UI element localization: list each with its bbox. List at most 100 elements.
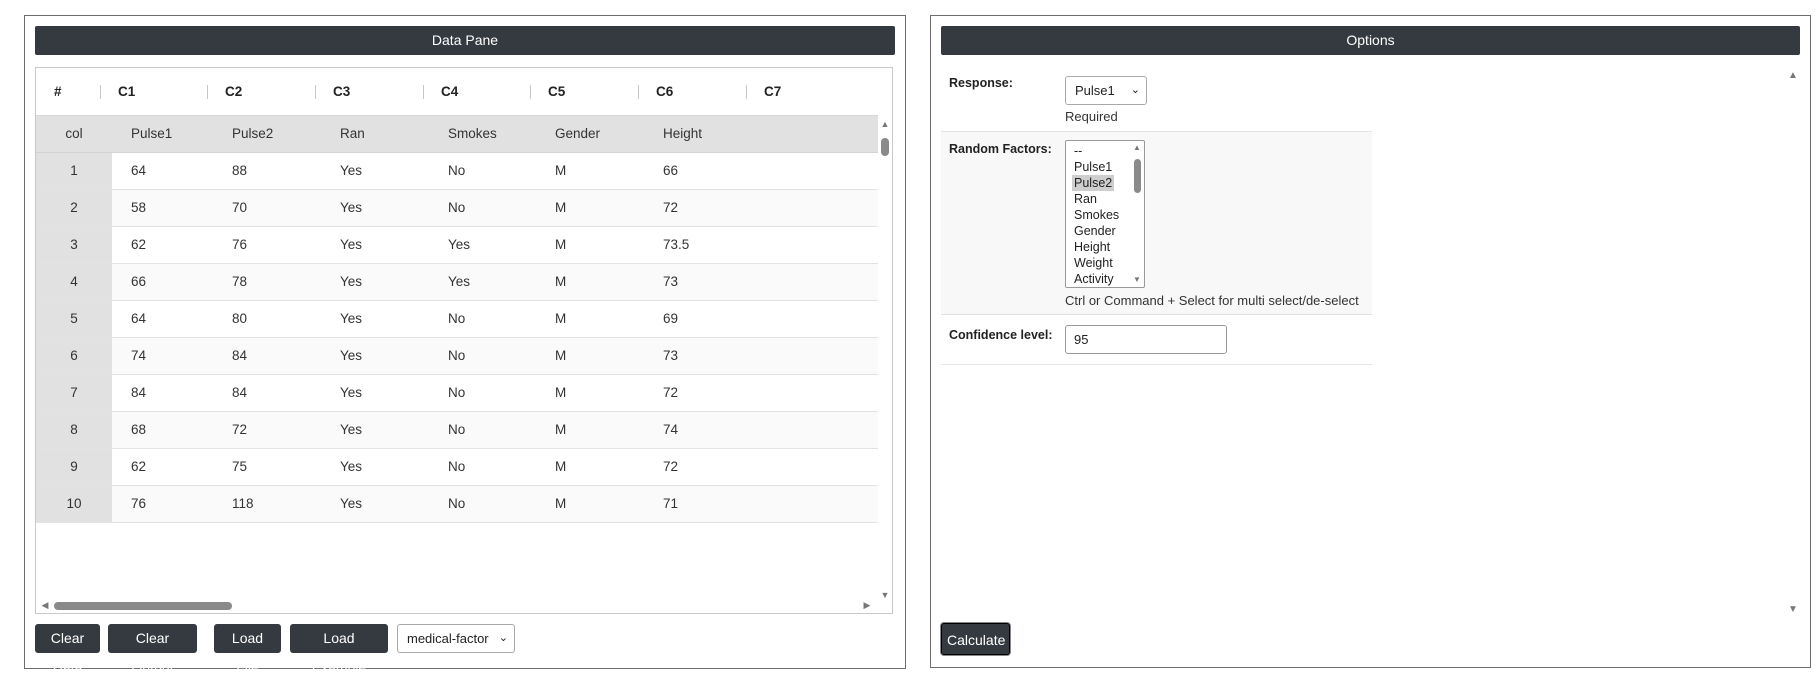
random-factor-option[interactable]: -- <box>1072 143 1084 159</box>
row-index-cell[interactable]: 5 <box>36 301 112 337</box>
example-dataset-select[interactable]: medical-factor ⌄ <box>397 624 515 653</box>
grid-cell[interactable]: 71 <box>645 486 753 522</box>
grid-cell[interactable]: Pulse2 <box>214 116 322 152</box>
grid-cell[interactable]: Yes <box>322 153 430 189</box>
grid-cell[interactable]: 62 <box>112 449 220 485</box>
row-index-cell[interactable]: 4 <box>36 264 112 300</box>
grid-cell[interactable]: M <box>537 338 645 374</box>
grid-cell[interactable]: 70 <box>214 190 322 226</box>
grid-cell[interactable]: M <box>537 486 645 522</box>
grid-cell[interactable]: Yes <box>322 301 430 337</box>
grid-cell[interactable]: Yes <box>322 264 430 300</box>
grid-cell[interactable]: No <box>430 375 538 411</box>
grid-cell[interactable]: M <box>537 412 645 448</box>
grid-cell[interactable]: 74 <box>645 412 753 448</box>
scroll-up-icon[interactable]: ▲ <box>878 119 892 129</box>
grid-cell[interactable]: 78 <box>214 264 322 300</box>
grid-cell[interactable]: 73 <box>645 338 753 374</box>
load-example-button[interactable]: Load Example <box>290 624 388 675</box>
grid-header-c6[interactable]: C6 <box>638 68 746 116</box>
grid-cell[interactable]: Height <box>645 116 753 152</box>
grid-header-c2[interactable]: C2 <box>207 68 315 116</box>
grid-cell[interactable]: Yes <box>322 449 430 485</box>
grid-cell[interactable]: No <box>430 190 538 226</box>
random-factors-scrollbar[interactable]: ▲ ▼ <box>1132 141 1144 287</box>
scroll-left-icon[interactable]: ◀ <box>38 600 52 610</box>
random-factors-listbox[interactable]: -- Pulse1 Pulse2 Ran Smokes Gender Heigh… <box>1065 140 1145 288</box>
random-factor-option[interactable]: Weight <box>1072 255 1115 271</box>
clear-output-button[interactable]: Clear Output <box>108 624 197 675</box>
grid-cell[interactable]: M <box>537 301 645 337</box>
grid-cell[interactable]: 72 <box>645 375 753 411</box>
random-factor-option[interactable]: Gender <box>1072 223 1118 239</box>
random-factor-option[interactable]: Activity <box>1072 271 1116 287</box>
grid-cell[interactable]: 66 <box>112 264 220 300</box>
confidence-level-input[interactable]: 95 <box>1065 325 1227 354</box>
random-factors-scroll-thumb[interactable] <box>1134 159 1141 193</box>
grid-cell[interactable]: 58 <box>112 190 220 226</box>
scroll-down-icon[interactable]: ▼ <box>1131 275 1143 285</box>
row-index-cell[interactable]: 7 <box>36 375 112 411</box>
grid-cell[interactable]: Gender <box>537 116 645 152</box>
grid-cell[interactable]: 64 <box>112 301 220 337</box>
grid-cell[interactable]: Yes <box>322 375 430 411</box>
grid-header-c1[interactable]: C1 <box>100 68 208 116</box>
grid-cell[interactable]: 80 <box>214 301 322 337</box>
grid-vertical-scroll-thumb[interactable] <box>881 138 889 156</box>
grid-cell[interactable]: 84 <box>214 375 322 411</box>
random-factor-option[interactable]: Height <box>1072 239 1112 255</box>
scroll-down-icon[interactable]: ▼ <box>1786 605 1800 615</box>
grid-cell[interactable]: Yes <box>322 486 430 522</box>
grid-cell[interactable]: 66 <box>645 153 753 189</box>
grid-cell[interactable]: No <box>430 449 538 485</box>
row-index-cell[interactable]: 3 <box>36 227 112 263</box>
grid-header-c3[interactable]: C3 <box>315 68 423 116</box>
grid-cell[interactable]: 73 <box>645 264 753 300</box>
grid-cell[interactable]: Yes <box>322 227 430 263</box>
grid-cell[interactable]: Pulse1 <box>112 116 220 152</box>
row-index-cell[interactable]: 10 <box>36 486 112 522</box>
grid-cell[interactable]: 74 <box>112 338 220 374</box>
grid-cell[interactable]: Yes <box>430 227 538 263</box>
random-factor-option[interactable]: Smokes <box>1072 207 1121 223</box>
grid-cell[interactable]: 64 <box>112 153 220 189</box>
grid-cell[interactable]: M <box>537 375 645 411</box>
grid-cell[interactable]: Yes <box>322 338 430 374</box>
grid-header-c4[interactable]: C4 <box>423 68 531 116</box>
grid-cell[interactable]: No <box>430 153 538 189</box>
grid-cell[interactable]: Smokes <box>430 116 538 152</box>
grid-cell[interactable]: M <box>537 449 645 485</box>
grid-cell[interactable]: No <box>430 486 538 522</box>
grid-cell[interactable]: 118 <box>214 486 322 522</box>
row-index-cell[interactable]: 1 <box>36 153 112 189</box>
grid-cell[interactable]: 62 <box>112 227 220 263</box>
grid-cell[interactable]: 76 <box>214 227 322 263</box>
row-index-cell[interactable]: 9 <box>36 449 112 485</box>
grid-vertical-scrollbar[interactable]: ▲ ▼ <box>878 116 892 600</box>
grid-horizontal-scroll-thumb[interactable] <box>54 602 232 610</box>
grid-cell[interactable]: 88 <box>214 153 322 189</box>
grid-cell[interactable]: 76 <box>112 486 220 522</box>
grid-cell[interactable]: 72 <box>214 412 322 448</box>
clear-data-button[interactable]: Clear Data <box>35 624 100 675</box>
grid-cell[interactable]: No <box>430 338 538 374</box>
scroll-right-icon[interactable]: ▶ <box>860 600 874 610</box>
scroll-up-icon[interactable]: ▲ <box>1786 71 1800 81</box>
grid-cell[interactable]: M <box>537 227 645 263</box>
row-index-cell[interactable]: 2 <box>36 190 112 226</box>
grid-cell[interactable]: No <box>430 301 538 337</box>
random-factor-option-selected[interactable]: Pulse2 <box>1072 175 1115 191</box>
random-factor-option[interactable]: Pulse1 <box>1072 159 1114 175</box>
grid-cell[interactable]: M <box>537 190 645 226</box>
grid-cell[interactable]: 72 <box>645 449 753 485</box>
scroll-down-icon[interactable]: ▼ <box>878 590 892 600</box>
scroll-up-icon[interactable]: ▲ <box>1131 143 1143 153</box>
row-index-cell[interactable]: 6 <box>36 338 112 374</box>
grid-cell[interactable]: M <box>537 264 645 300</box>
grid-cell[interactable]: 75 <box>214 449 322 485</box>
grid-cell[interactable]: Yes <box>322 412 430 448</box>
grid-horizontal-scrollbar[interactable]: ◀ ▶ <box>36 597 880 613</box>
grid-cell[interactable]: M <box>537 153 645 189</box>
row-index-cell[interactable]: col <box>36 116 112 152</box>
grid-cell[interactable]: No <box>430 412 538 448</box>
